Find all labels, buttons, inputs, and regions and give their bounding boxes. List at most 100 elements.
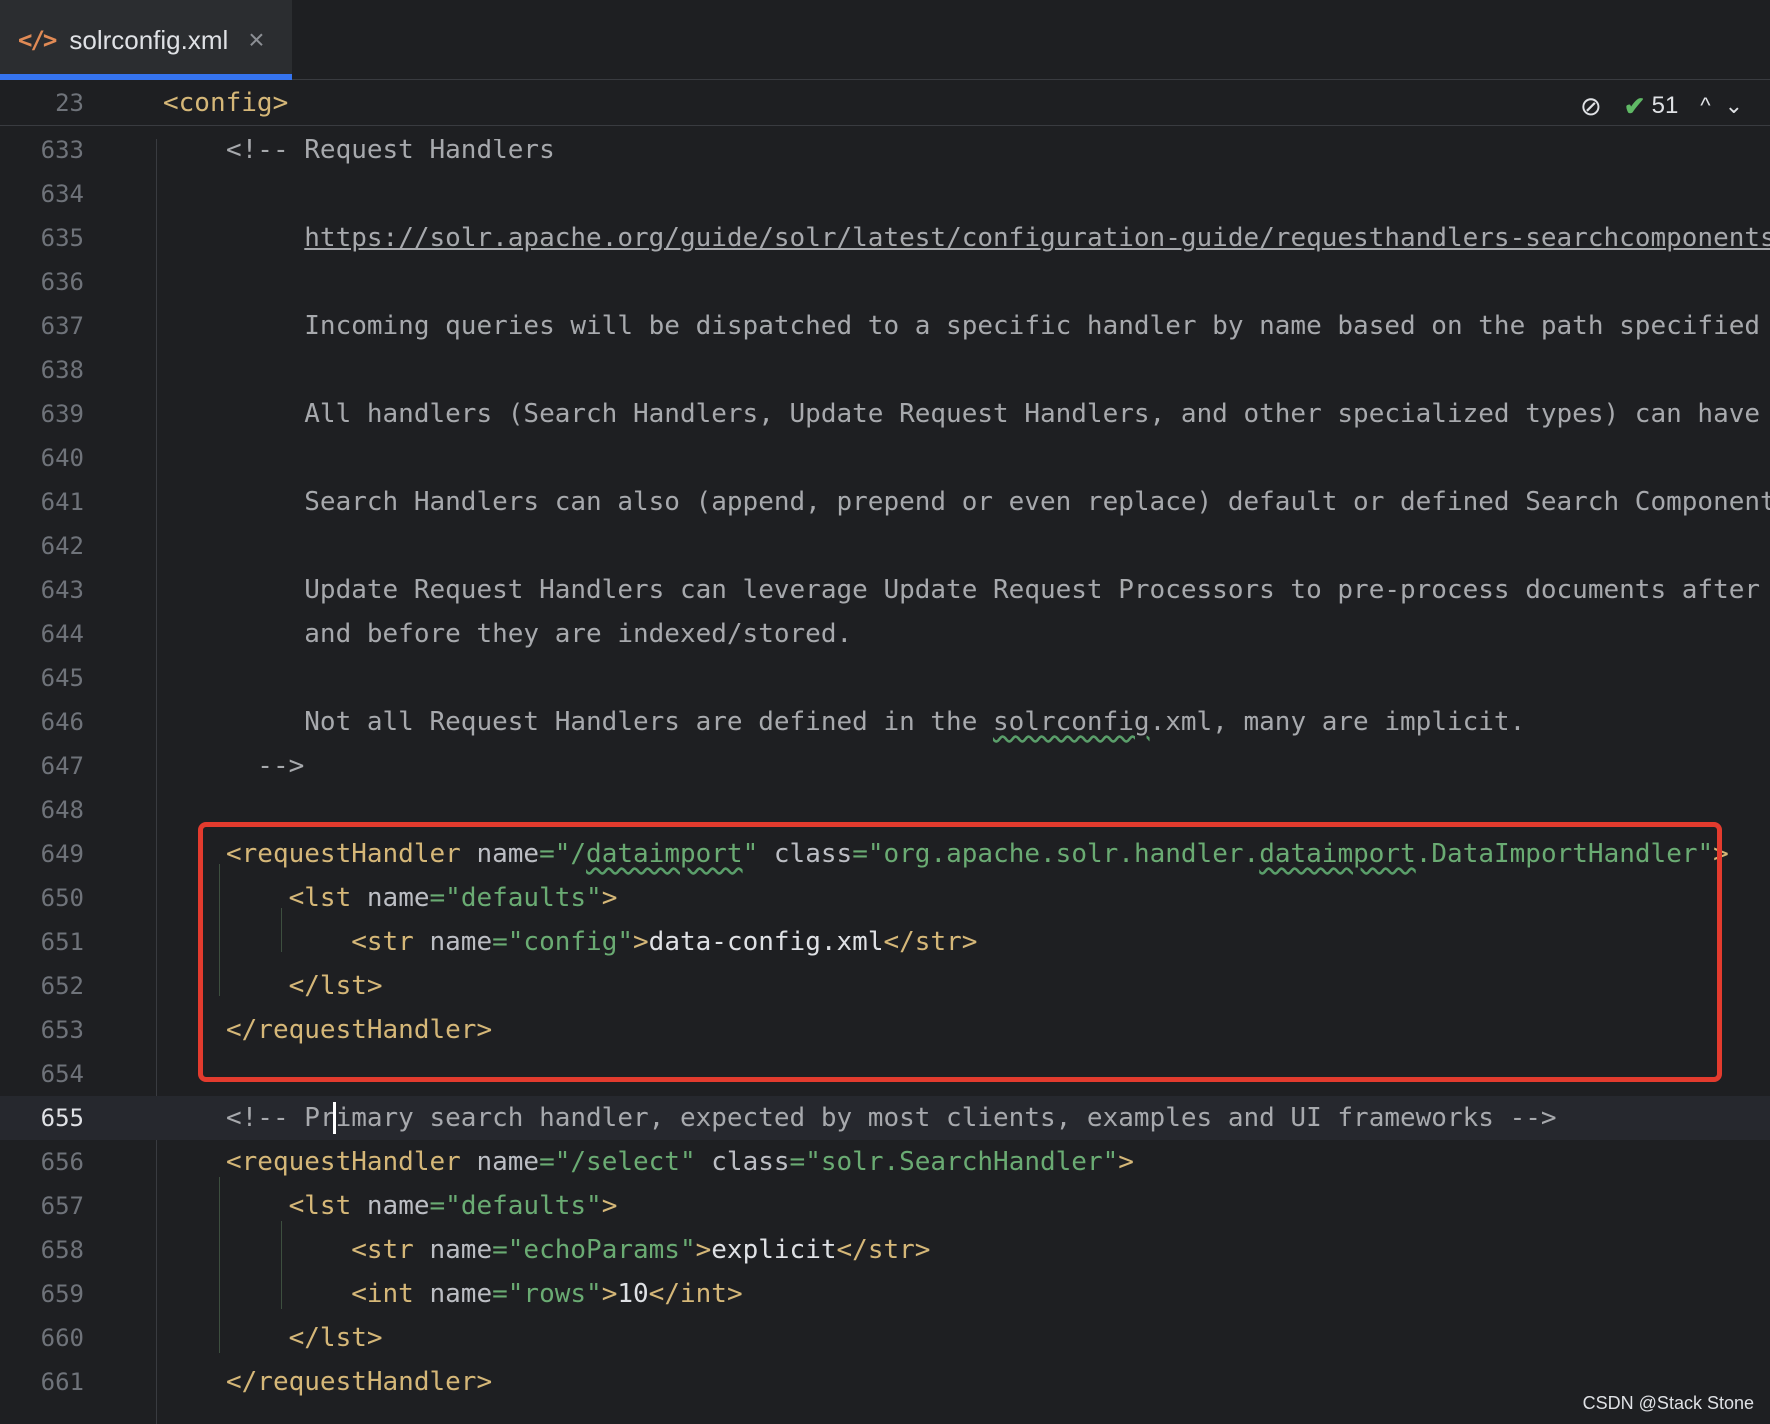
code-line[interactable]: 639 All handlers (Search Handlers, Updat… [0, 392, 1770, 436]
chevron-down-icon[interactable]: ⌄ [1725, 93, 1743, 119]
code-token: explicit [711, 1235, 837, 1265]
code-line[interactable]: 658 <str name="echoParams">explicit</str… [0, 1228, 1770, 1272]
line-number[interactable]: 645 [0, 656, 84, 700]
code-line[interactable]: 643 Update Request Handlers can leverage… [0, 568, 1770, 612]
code-line[interactable]: 637 Incoming queries will be dispatched … [0, 304, 1770, 348]
code-token: <!-- Primary search handler, expected by… [226, 1103, 1557, 1133]
line-number[interactable]: 643 [0, 568, 84, 612]
code-line[interactable]: 641 Search Handlers can also (append, pr… [0, 480, 1770, 524]
code-token: and before they are indexed/stored. [226, 619, 853, 649]
code-token: ="rows" [492, 1279, 602, 1309]
chevron-up-icon[interactable]: ^ [1700, 93, 1710, 119]
code-token: > [601, 1191, 618, 1221]
code-line[interactable]: 645 [0, 656, 1770, 700]
code-line[interactable]: 642 [0, 524, 1770, 568]
line-number[interactable]: 651 [0, 920, 84, 964]
code-line[interactable]: 659 <int name="rows">10</int> [0, 1272, 1770, 1316]
line-number[interactable]: 652 [0, 964, 84, 1008]
indent-guide [219, 1177, 220, 1353]
code-line[interactable]: 655 <!-- Primary search handler, expected… [0, 1096, 1770, 1140]
line-number[interactable]: 650 [0, 876, 84, 920]
line-number[interactable]: 661 [0, 1360, 84, 1404]
code-line[interactable]: 660 </lst> [0, 1316, 1770, 1360]
line-number[interactable]: 655 [0, 1096, 84, 1140]
code-token: ="solr.SearchHandler" [789, 1147, 1119, 1177]
inspection-count[interactable]: 51 [1652, 92, 1679, 120]
code-line[interactable]: 634 [0, 172, 1770, 216]
breadcrumb-line-number: 23 [55, 89, 84, 117]
line-number[interactable]: 634 [0, 172, 84, 216]
code-text[interactable]: <str name="echoParams">explicit</str> [226, 1228, 930, 1272]
line-number[interactable]: 657 [0, 1184, 84, 1228]
code-token: </requestHandler> [226, 1367, 493, 1397]
code-line[interactable]: 635 https://solr.apache.org/guide/solr/l… [0, 216, 1770, 260]
line-number[interactable]: 647 [0, 744, 84, 788]
close-icon[interactable]: × [248, 24, 264, 56]
line-number[interactable]: 635 [0, 216, 84, 260]
code-text[interactable]: Not all Request Handlers are defined in … [226, 700, 1525, 744]
code-token: Incoming queries will be dispatched to a… [226, 311, 1761, 341]
line-number[interactable]: 649 [0, 832, 84, 876]
line-number[interactable]: 639 [0, 392, 84, 436]
code-line[interactable]: 646 Not all Request Handlers are defined… [0, 700, 1770, 744]
code-text[interactable]: <requestHandler name="/select" class="so… [226, 1140, 1134, 1184]
line-number[interactable]: 653 [0, 1008, 84, 1052]
line-number[interactable]: 659 [0, 1272, 84, 1316]
line-number[interactable]: 658 [0, 1228, 84, 1272]
code-token: name [429, 1279, 493, 1309]
code-token: All handlers (Search Handlers, Update Re… [226, 399, 1761, 429]
line-number[interactable]: 637 [0, 304, 84, 348]
code-token: --> [226, 751, 305, 781]
line-number[interactable]: 636 [0, 260, 84, 304]
code-line[interactable]: 636 [0, 260, 1770, 304]
code-line[interactable]: 644 and before they are indexed/stored. [0, 612, 1770, 656]
code-token: <!-- Request Handlers [226, 139, 555, 165]
line-number[interactable]: 656 [0, 1140, 84, 1184]
line-number[interactable]: 646 [0, 700, 84, 744]
code-token: Not all Request Handlers are defined in … [226, 707, 994, 737]
code-text[interactable]: Update Request Handlers can leverage Upd… [226, 568, 1760, 612]
code-line[interactable]: 657 <lst name="defaults"> [0, 1184, 1770, 1228]
sticky-breadcrumb[interactable]: 23 <config> [0, 80, 1770, 126]
code-editor[interactable]: 633 <!-- Request Handlers 634 635 https://s… [0, 139, 1770, 1424]
code-text[interactable]: <lst name="defaults"> [226, 1184, 618, 1228]
code-text[interactable]: --> [226, 744, 304, 788]
line-number[interactable]: 640 [0, 436, 84, 480]
line-number[interactable]: 644 [0, 612, 84, 656]
code-text[interactable]: </requestHandler> [226, 1360, 492, 1404]
code-token: class [711, 1147, 790, 1177]
line-number[interactable]: 642 [0, 524, 84, 568]
code-line[interactable]: 656 <requestHandler name="/select" class=… [0, 1140, 1770, 1184]
line-number[interactable]: 648 [0, 788, 84, 832]
line-number[interactable]: 654 [0, 1052, 84, 1096]
line-number[interactable]: 638 [0, 348, 84, 392]
code-line[interactable]: 633 <!-- Request Handlers [0, 139, 1770, 172]
code-line[interactable]: 640 [0, 436, 1770, 480]
code-text[interactable]: All handlers (Search Handlers, Update Re… [226, 392, 1760, 436]
code-text[interactable]: Incoming queries will be dispatched to a… [226, 304, 1760, 348]
line-number[interactable]: 660 [0, 1316, 84, 1360]
code-text[interactable]: https://solr.apache.org/guide/solr/lates… [226, 216, 1770, 260]
breadcrumb-tag[interactable]: <config> [163, 80, 288, 126]
hidden-eye-icon[interactable]: ⊘ [1580, 91, 1602, 122]
code-text[interactable]: <!-- Primary search handler, expected by… [226, 1096, 1557, 1140]
code-token: .xml, many are implicit. [1149, 707, 1526, 737]
code-token: ="/select" [539, 1147, 712, 1177]
code-line[interactable]: 647 --> [0, 744, 1770, 788]
code-line[interactable]: 661 </requestHandler> [0, 1360, 1770, 1404]
code-line[interactable]: 638 [0, 348, 1770, 392]
line-number[interactable]: 633 [0, 139, 84, 172]
code-token: ="echoParams" [492, 1235, 696, 1265]
code-text[interactable]: <int name="rows">10</int> [226, 1272, 743, 1316]
code-token: </int> [648, 1279, 743, 1309]
code-text[interactable]: and before they are indexed/stored. [226, 612, 852, 656]
line-number[interactable]: 641 [0, 480, 84, 524]
indent-guide [281, 1221, 282, 1309]
check-icon[interactable]: ✔ [1624, 91, 1646, 122]
code-token: <requestHandler [226, 1147, 477, 1177]
code-text[interactable]: Search Handlers can also (append, prepen… [226, 480, 1770, 524]
code-token: name [366, 1191, 430, 1221]
code-text[interactable]: </lst> [226, 1316, 383, 1360]
code-text[interactable]: <!-- Request Handlers [226, 139, 555, 172]
tab-solrconfig[interactable]: </> solrconfig.xml × [0, 0, 292, 80]
